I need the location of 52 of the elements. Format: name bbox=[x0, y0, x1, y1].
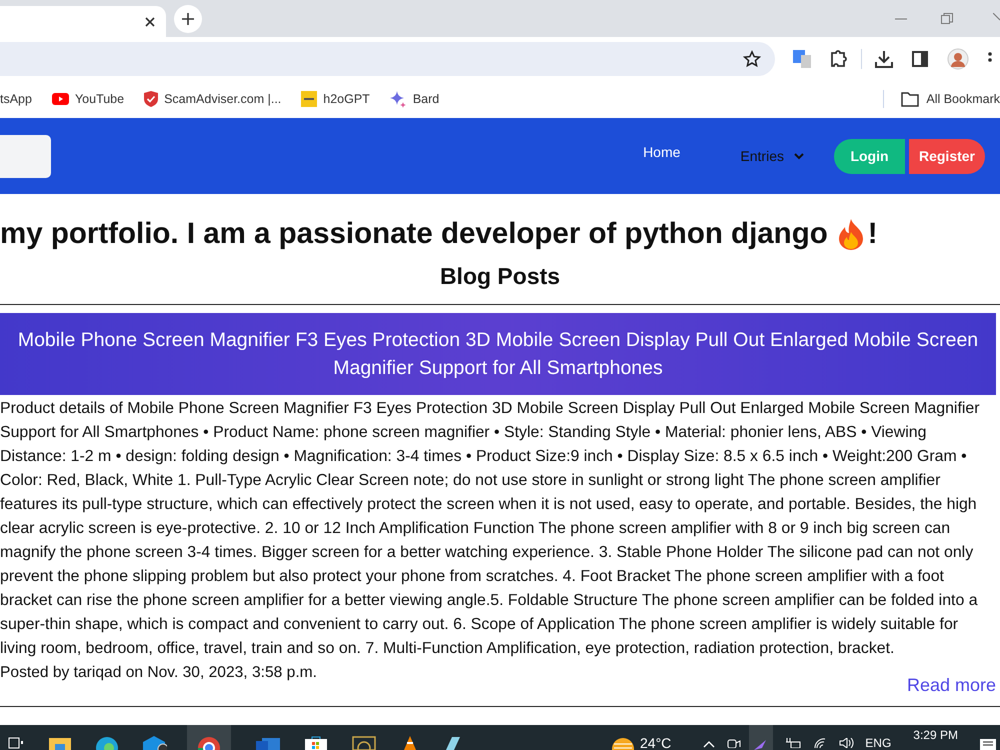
folder-icon[interactable] bbox=[49, 736, 71, 750]
download-icon[interactable] bbox=[875, 50, 893, 68]
language-indicator[interactable]: ENG bbox=[865, 736, 892, 750]
nav-link[interactable]: Home bbox=[643, 144, 680, 160]
bookmark[interactable]: YouTube bbox=[52, 92, 124, 106]
word-icon[interactable] bbox=[256, 736, 280, 750]
post-meta: Posted by tariqad on Nov. 30, 2023, 3:58 p.m. bbox=[0, 663, 317, 683]
bookmark[interactable]: h2oGPT bbox=[301, 91, 370, 107]
post-body: Product details of Mobile Phone Screen Magnifier F3 Eyes Protection 3D Mobile Screen Display Pull Out Enlarged Mobile Screen Magnifier Support for All Smartphones • Product Name: phone screen magnifier • Style: Standing Style • Material: phonier lens, ABS • Viewing Distance: 1-2 m • design: folding design • Magnification: 3-4 times • Product Size:9 inch • Display Size: 8.5 x 6.5 inch • Weight:200 Gram • Color: Red, Black, White 1. Pull-Type Acrylic Clear Screen note; do not use store in sunlight or strong light The phone screen amplifier features its pull-type structure, which can effectively protect the screen when it is not used, easy to operate, and portable. Besides, the high clear acrylic screen is eye-protective. 2. 10 or 12 Inch Amplification Function The phone screen amplifier with 8 or 9 inch big screen can magnify the phone screen 3-4 times. Bigger screen for a better watching experience. 3. Stable Phone Holder The silicone pad can not only prevent the phone slipping problem but also protect your phone from scratches. 4. Foot Bracket The phone screen amplifier with a foot bracket can rise the phone screen amplifier for a better viewing angle.5. Foldable Structure The phone screen amplifier can be folded into a super-thin shape, which is compact and convenient to carry out. 6. Scope of Application The phone screen amplifier is widely suitable for living room, bedroom, office, travel, train and so on. 7. Multi-Function Amplification, eye protection, radiation protection, bracket. bbox=[0, 399, 981, 659]
task-view-icon[interactable] bbox=[8, 736, 24, 750]
section-title: Blog Posts bbox=[440, 263, 560, 290]
star-icon[interactable] bbox=[743, 50, 761, 68]
avatar-icon[interactable] bbox=[947, 48, 969, 70]
all-bookmarks-button[interactable]: All Bookmark bbox=[901, 92, 1000, 106]
heading-punctuation: ! bbox=[868, 217, 878, 251]
chevron-icon bbox=[794, 152, 804, 160]
chevron-up-icon[interactable] bbox=[703, 740, 716, 748]
battery-icon[interactable] bbox=[785, 738, 802, 748]
plus-icon bbox=[182, 12, 194, 24]
register-button[interactable]: Register bbox=[909, 138, 985, 174]
app-icon[interactable] bbox=[352, 736, 376, 750]
speaker-icon[interactable] bbox=[839, 738, 856, 748]
notification-icon[interactable] bbox=[980, 738, 996, 750]
bookmark[interactable]: ScamAdviser.com |... bbox=[144, 91, 282, 107]
post-title-banner: Mobile Phone Screen Magnifier F3 Eyes Protection 3D Mobile Screen Display Pull Out Enlarged Mobile Screen Magnifier Support for All Smartphones bbox=[0, 313, 996, 395]
browser-icon[interactable] bbox=[96, 736, 118, 750]
bookmark[interactable]: Bard bbox=[390, 90, 440, 108]
clock[interactable]: 3:29 PM bbox=[913, 728, 958, 742]
puzzle-icon[interactable] bbox=[830, 50, 848, 68]
store-icon[interactable] bbox=[305, 736, 327, 750]
app-icon[interactable] bbox=[444, 736, 462, 750]
play-icon bbox=[52, 93, 69, 105]
temperature: 24°C bbox=[640, 736, 672, 750]
feather-icon[interactable] bbox=[754, 740, 768, 750]
folder-icon bbox=[901, 92, 920, 106]
search-field[interactable] bbox=[0, 134, 51, 178]
sun-icon bbox=[612, 738, 634, 750]
bookmark[interactable]: tsApp bbox=[0, 92, 32, 106]
read-more-link[interactable]: Read more bbox=[906, 675, 996, 696]
cone-icon[interactable] bbox=[401, 736, 419, 750]
mail-icon[interactable] bbox=[143, 736, 167, 750]
page-heading: my portfolio. I am a passionate developer of python django bbox=[0, 217, 828, 251]
chrome-icon[interactable] bbox=[197, 736, 221, 750]
shield-icon bbox=[144, 91, 158, 107]
side-panel-icon[interactable] bbox=[912, 50, 928, 66]
new-tab-button[interactable] bbox=[174, 4, 202, 32]
wifi-icon[interactable] bbox=[813, 738, 828, 748]
restore-icon[interactable] bbox=[941, 12, 953, 24]
tile-icon bbox=[301, 91, 318, 107]
close-icon[interactable] bbox=[145, 16, 155, 26]
sparkle-icon bbox=[390, 90, 407, 108]
camera-icon[interactable] bbox=[727, 738, 742, 748]
